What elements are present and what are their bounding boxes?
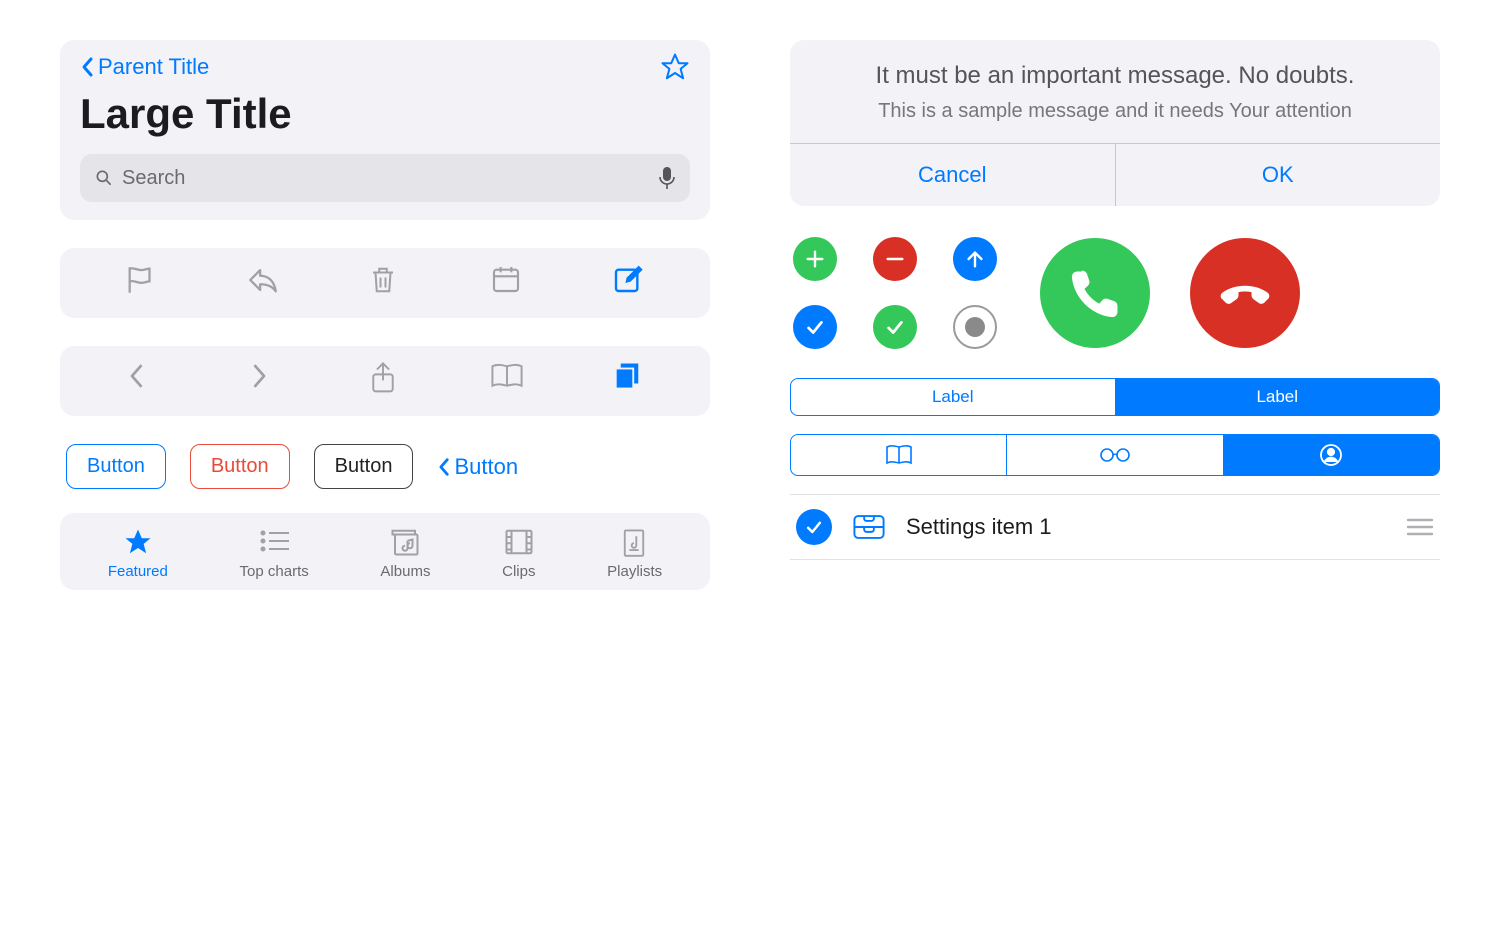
call-controls [790, 234, 1440, 352]
drag-handle-icon[interactable] [1406, 516, 1434, 538]
tab-bar: Featured Top charts Albums Clips [60, 513, 710, 590]
settings-item-label: Settings item 1 [906, 514, 1386, 540]
dialog-actions: Cancel OK [790, 143, 1440, 206]
nav-header-card: Parent Title Large Title Search [60, 40, 710, 220]
back-link[interactable]: Parent Title [80, 54, 209, 80]
chevron-left-icon [437, 456, 452, 478]
search-placeholder: Search [122, 167, 658, 190]
segment-glasses[interactable] [1006, 435, 1222, 475]
back-button-label: Button [454, 454, 518, 480]
parent-title: Parent Title [98, 54, 209, 80]
search-icon [94, 168, 114, 188]
microphone-icon[interactable] [658, 166, 676, 190]
check-icon [804, 517, 824, 537]
segment-book[interactable] [791, 435, 1006, 475]
share-icon[interactable] [368, 361, 402, 395]
tab-label: Albums [380, 563, 430, 580]
copy-icon[interactable] [612, 361, 646, 395]
user-icon [1319, 443, 1343, 467]
phone-down-icon [1216, 264, 1274, 322]
arrow-up-icon [964, 248, 986, 270]
star-filled-icon [123, 527, 153, 557]
add-button[interactable] [793, 237, 837, 281]
toolbar-2 [60, 346, 710, 416]
primary-button[interactable]: Button [66, 444, 166, 489]
neutral-button[interactable]: Button [314, 444, 414, 489]
segmented-control-icons [790, 434, 1440, 476]
check-icon [804, 316, 826, 338]
tab-label: Clips [502, 563, 535, 580]
trash-icon[interactable] [368, 263, 402, 297]
flag-icon[interactable] [124, 263, 158, 297]
segment-2[interactable]: Label [1115, 379, 1440, 415]
accept-call-button[interactable] [1040, 238, 1150, 348]
segment-user[interactable] [1223, 435, 1439, 475]
toolbar-1 [60, 248, 710, 318]
check-green-button[interactable] [873, 305, 917, 349]
large-title: Large Title [80, 90, 690, 138]
inbox-icon [852, 512, 886, 542]
up-button[interactable] [953, 237, 997, 281]
book-open-icon [885, 444, 913, 466]
tab-featured[interactable]: Featured [108, 527, 168, 580]
reply-icon[interactable] [246, 263, 280, 297]
tab-clips[interactable]: Clips [502, 527, 535, 580]
settings-row[interactable]: Settings item 1 [790, 494, 1440, 560]
remove-button[interactable] [873, 237, 917, 281]
alert-dialog: It must be an important message. No doub… [790, 40, 1440, 206]
button-row: Button Button Button Button [60, 444, 710, 489]
star-icon[interactable] [660, 52, 690, 82]
book-icon[interactable] [490, 361, 524, 395]
check-blue-button[interactable] [793, 305, 837, 349]
phone-icon [1068, 266, 1123, 321]
tab-label: Playlists [607, 563, 662, 580]
ok-button[interactable]: OK [1116, 144, 1441, 206]
tab-top-charts[interactable]: Top charts [240, 527, 309, 580]
radio-dot-icon [965, 317, 985, 337]
segment-1[interactable]: Label [791, 379, 1115, 415]
cancel-button[interactable]: Cancel [790, 144, 1116, 206]
tab-playlists[interactable]: Playlists [607, 527, 662, 580]
album-icon [390, 527, 420, 557]
back-button-link[interactable]: Button [437, 454, 518, 480]
dialog-message: This is a sample message and it needs Yo… [790, 98, 1440, 143]
dialog-title: It must be an important message. No doub… [790, 60, 1440, 98]
danger-button[interactable]: Button [190, 444, 290, 489]
segmented-control-text: Label Label [790, 378, 1440, 416]
radio-button[interactable] [953, 305, 997, 349]
calendar-icon[interactable] [490, 263, 524, 297]
row-checkbox[interactable] [796, 509, 832, 545]
decline-call-button[interactable] [1190, 238, 1300, 348]
glasses-icon [1098, 446, 1132, 464]
plus-icon [804, 248, 826, 270]
chevron-left-icon [80, 55, 96, 79]
check-icon [884, 316, 906, 338]
tab-label: Featured [108, 563, 168, 580]
film-icon [504, 527, 534, 557]
list-icon [259, 527, 289, 557]
nav-back-icon[interactable] [124, 361, 158, 395]
search-input[interactable]: Search [80, 154, 690, 202]
minus-icon [884, 248, 906, 270]
nav-forward-icon[interactable] [246, 361, 280, 395]
playlist-icon [620, 527, 650, 557]
tab-albums[interactable]: Albums [380, 527, 430, 580]
tab-label: Top charts [240, 563, 309, 580]
compose-icon[interactable] [612, 263, 646, 297]
